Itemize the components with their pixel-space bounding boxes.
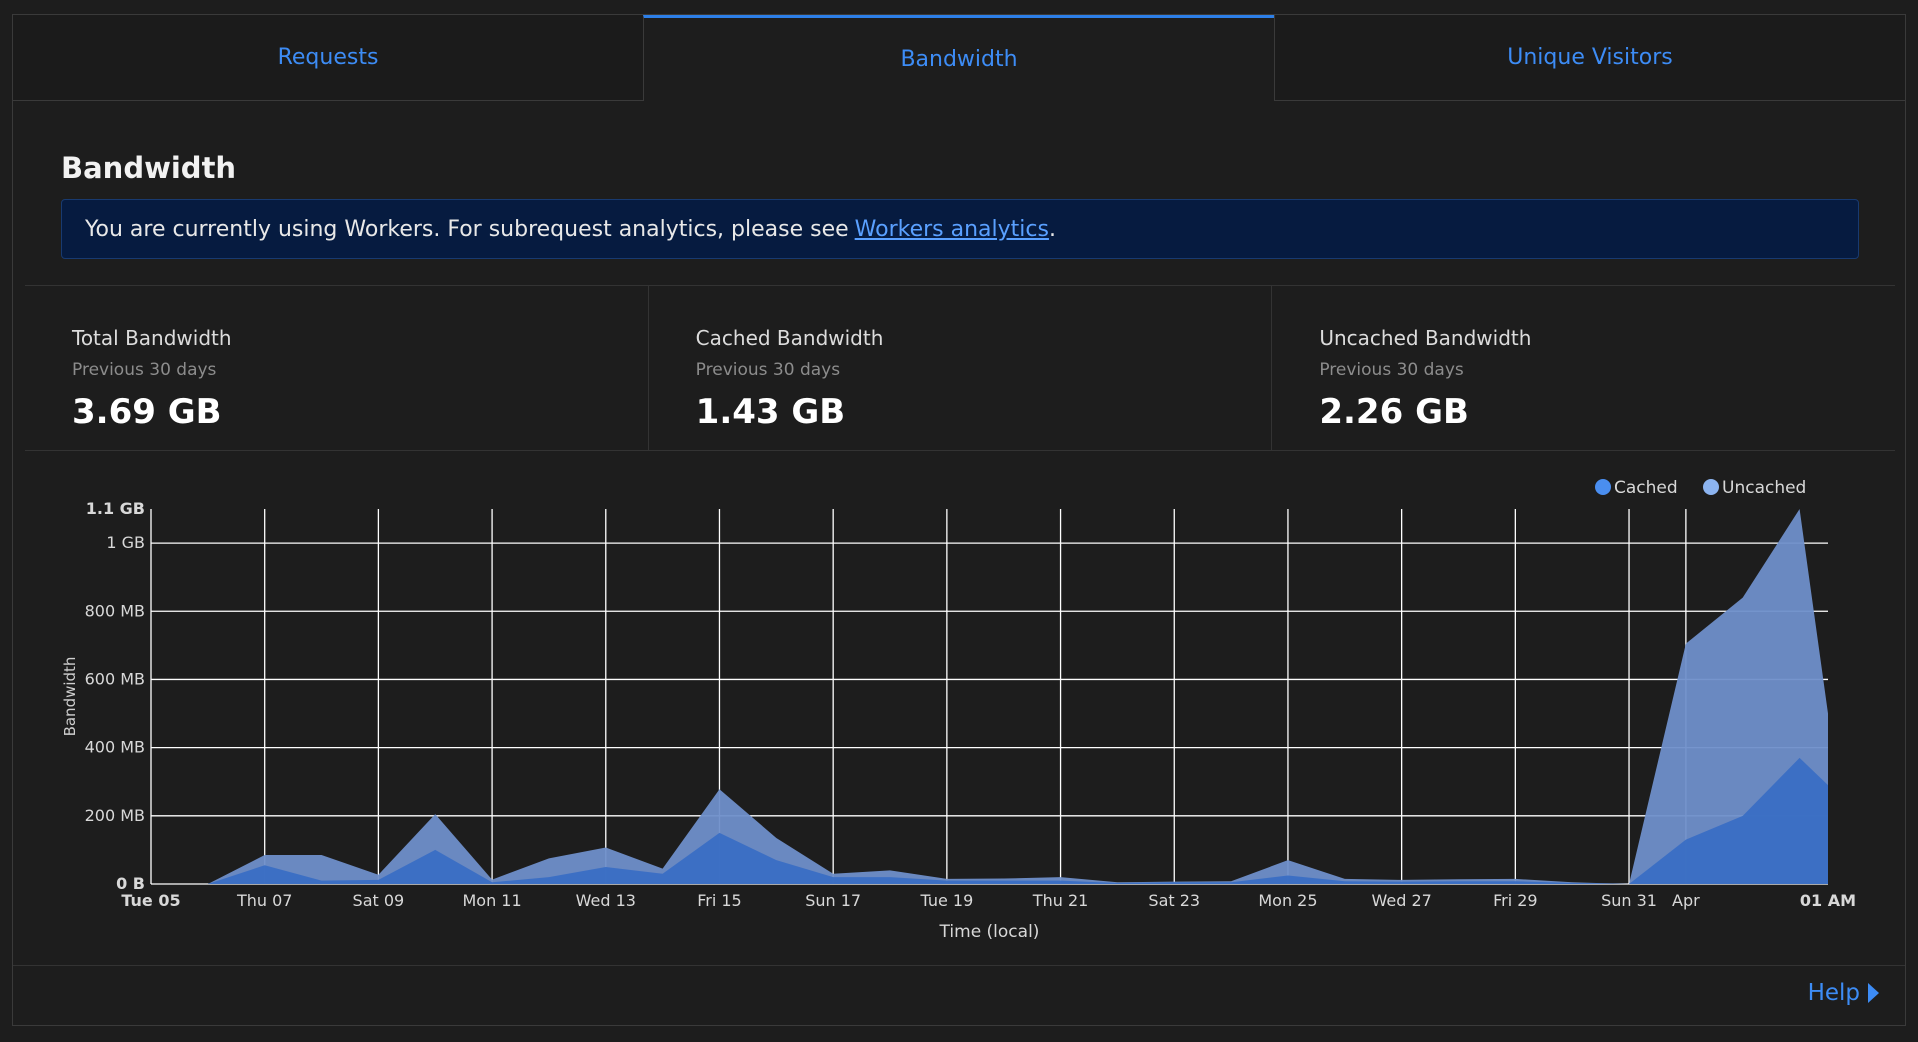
x-tick-label: Fri 15 (697, 891, 742, 910)
banner-suffix: . (1048, 216, 1056, 242)
analytics-tabs: Requests Bandwidth Unique Visitors (13, 15, 1905, 101)
stat-period: Previous 30 days (695, 360, 841, 380)
stat-cached-bandwidth: Cached Bandwidth Previous 30 days 1.43 G… (647, 286, 1272, 450)
tab-requests[interactable]: Requests (13, 15, 643, 101)
x-tick-label: Wed 27 (1371, 891, 1431, 910)
y-axis-title: Bandwidth (61, 657, 79, 737)
bandwidth-panel: Requests Bandwidth Unique Visitors Bandw… (12, 14, 1906, 1026)
x-axis-title: Time (local) (939, 922, 1040, 942)
legend-label: Cached (1614, 478, 1678, 498)
y-tick-label: 1.1 GB (86, 499, 145, 518)
x-tick-label: Thu 21 (1032, 891, 1089, 910)
legend-label: Uncached (1722, 478, 1806, 498)
workers-analytics-link[interactable]: Workers analytics (855, 217, 1049, 242)
y-tick-label: 400 MB (85, 738, 145, 757)
x-tick-label: Sat 09 (353, 891, 405, 910)
x-tick-label: Wed 13 (576, 891, 636, 910)
x-tick-label: Sun 17 (805, 891, 861, 910)
x-tick-label: Fri 29 (1493, 891, 1538, 910)
tab-bandwidth[interactable]: Bandwidth (643, 15, 1274, 101)
legend-marker-uncached (1703, 479, 1719, 495)
banner-text: You are currently using Workers. For sub… (85, 216, 849, 242)
tab-unique-visitors[interactable]: Unique Visitors (1274, 15, 1905, 101)
stat-label: Total Bandwidth (72, 326, 232, 350)
stat-uncached-bandwidth: Uncached Bandwidth Previous 30 days 2.26… (1271, 286, 1895, 450)
x-tick-label: Tue 19 (919, 891, 973, 910)
y-tick-label: 800 MB (85, 601, 145, 620)
workers-info-banner: You are currently using Workers. For sub… (61, 199, 1859, 259)
caret-right-icon (1868, 983, 1879, 1003)
bandwidth-stats: Total Bandwidth Previous 30 days 3.69 GB… (25, 285, 1895, 451)
section-title: Bandwidth (61, 151, 237, 185)
x-tick-label: Sat 23 (1148, 891, 1200, 910)
bandwidth-chart: 0 B200 MB400 MB600 MB800 MB1 GB1.1 GBTue… (61, 478, 1856, 942)
legend-marker-cached (1595, 479, 1611, 495)
panel-footer: Help (13, 965, 1905, 1026)
stat-label: Uncached Bandwidth (1319, 326, 1532, 350)
x-tick-label: Thu 07 (236, 891, 293, 910)
help-link[interactable]: Help (1808, 980, 1879, 1006)
stat-total-bandwidth: Total Bandwidth Previous 30 days 3.69 GB (25, 286, 648, 450)
x-tick-label: Sun 31 (1601, 891, 1657, 910)
stat-period: Previous 30 days (72, 360, 217, 380)
help-label: Help (1807, 980, 1860, 1006)
x-tick-label: 01 AM (1800, 891, 1856, 910)
y-tick-label: 600 MB (85, 669, 145, 688)
y-tick-label: 1 GB (106, 533, 145, 552)
stat-value: 2.26 GB (1319, 392, 1469, 432)
stat-label: Cached Bandwidth (695, 326, 884, 350)
x-tick-label: Mon 25 (1258, 891, 1317, 910)
x-tick-label: Apr (1672, 891, 1700, 910)
stat-value: 3.69 GB (72, 392, 222, 432)
series-area-uncached (151, 509, 1828, 884)
y-tick-label: 200 MB (85, 806, 145, 825)
x-tick-label: Mon 11 (462, 891, 521, 910)
x-tick-label: Tue 05 (121, 891, 180, 910)
stat-period: Previous 30 days (1319, 360, 1464, 380)
stat-value: 1.43 GB (695, 392, 846, 432)
